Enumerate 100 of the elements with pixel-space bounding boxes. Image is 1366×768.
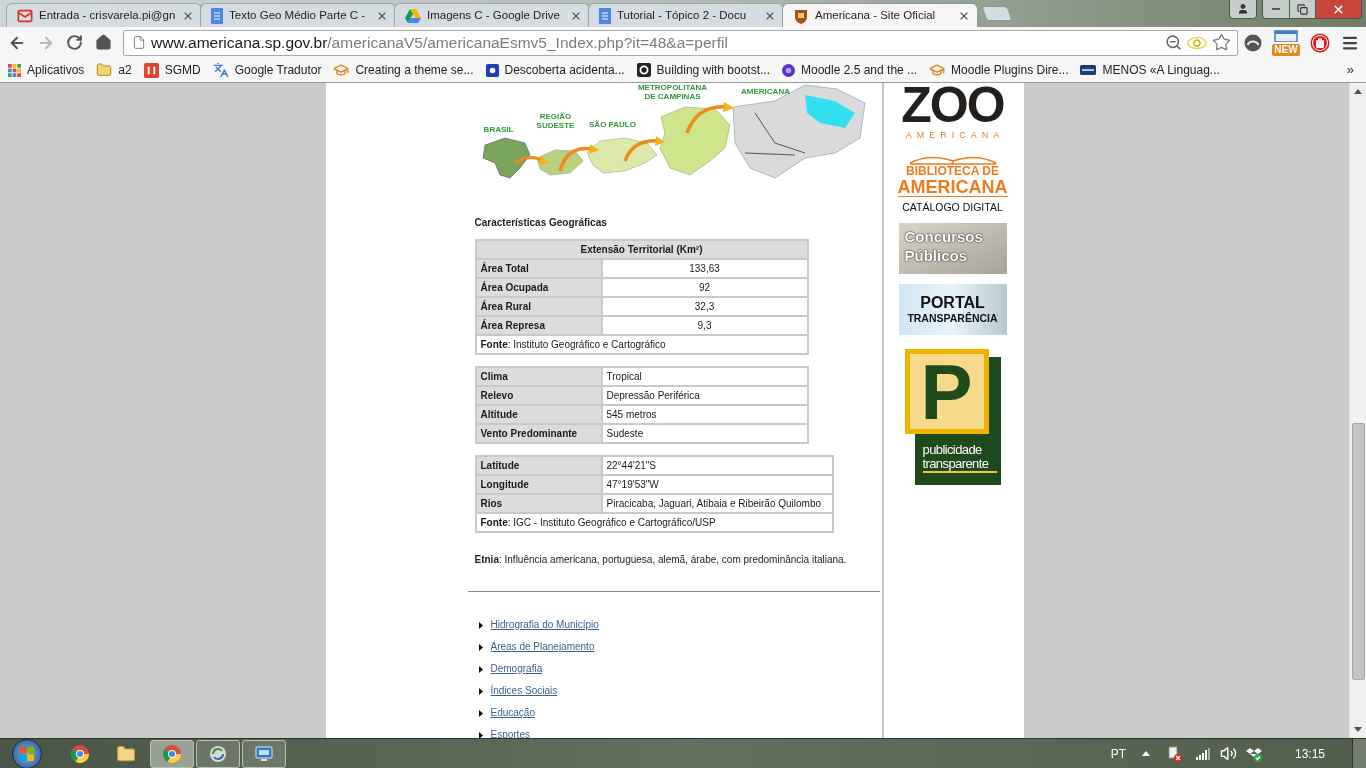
caret-up-icon[interactable] [1141, 751, 1150, 756]
ethnicity-note: Etnia: Influência americana, portuguesa, alemã, árabe, com predominância italiana. [474, 554, 848, 566]
value-cell: 22°44'21"S [602, 457, 832, 474]
stop-hand-icon[interactable] [1310, 32, 1330, 53]
bullet-icon [478, 731, 483, 739]
start-button[interactable] [12, 738, 42, 768]
chrome-logo-icon [163, 744, 181, 763]
close-button[interactable] [1316, 0, 1362, 19]
bookmark-item[interactable]: Aplicativos [8, 61, 85, 79]
close-icon [1332, 2, 1345, 16]
transparency-portal-banner[interactable]: PORTAL TRANSPARÊNCIA [898, 284, 1007, 335]
bookmark-item[interactable]: MENOS «A Linguag... [1080, 61, 1220, 79]
row-label-cell: Altitude [476, 406, 601, 423]
section-link[interactable]: Índices Sociais [490, 685, 558, 697]
window-icon [1274, 29, 1298, 42]
section-link[interactable]: Demografia [490, 663, 543, 675]
bookmark-item[interactable]: Building with bootst... [636, 61, 770, 79]
bookmark-item[interactable]: Moodle 2.5 and the ... [782, 61, 918, 79]
row-label-cell: Clima [476, 368, 601, 385]
section-link[interactable]: Hidrografia do Município [490, 619, 599, 631]
tile-icon [485, 63, 499, 77]
graduation-cap-icon [333, 62, 350, 78]
language-indicator[interactable]: PT [1110, 744, 1126, 763]
caret-up-icon[interactable] [1354, 89, 1362, 94]
caret-down-icon[interactable] [1354, 727, 1362, 732]
clock[interactable]: 13:15 [1294, 744, 1325, 763]
value-cell: 9,3 [602, 317, 807, 334]
document-icon [599, 7, 611, 24]
row-label-cell: Área Rural [476, 298, 601, 315]
restore-button[interactable] [1290, 0, 1316, 19]
section-link[interactable]: Áreas de Planejamento [490, 641, 595, 653]
catalog-label[interactable]: CATÁLOGO DIGITAL [902, 202, 1003, 213]
taskbar-app-button[interactable] [196, 739, 240, 768]
signal-bars-icon[interactable] [1195, 747, 1210, 760]
bullet-icon [478, 643, 483, 651]
translate-icon [212, 62, 229, 78]
row-label-cell: Latitude [476, 457, 601, 474]
publicity-banner[interactable]: P publicidade transparente [904, 349, 1001, 485]
browser-tab[interactable]: Americana - Site Oficial [782, 3, 978, 27]
row-label-cell: Vento Predominante [476, 425, 601, 442]
browser-tab[interactable]: Imagens C - Google Drive [394, 3, 590, 27]
zoo-logo-subtitle: AMERICANA [904, 131, 1005, 140]
row-label-cell: Longitude [476, 476, 601, 493]
bullet-icon [478, 687, 483, 695]
browser-tab[interactable]: Tutorial - Tópico 2 - Docu [588, 3, 784, 27]
portal-subtitle: TRANSPARÊNCIA [907, 312, 998, 325]
minimize-button[interactable] [1262, 0, 1290, 19]
user-icon [1237, 3, 1249, 15]
browser-tab[interactable]: Texto Geo Médio Parte C - [200, 3, 396, 27]
portal-title: PORTAL [920, 294, 985, 312]
source-note: Fonte: IGC - Instituto Geográfico e Cartográfico/USP [476, 514, 832, 531]
taskbar-app-button[interactable] [150, 739, 194, 768]
zoo-logo-title[interactable]: ZOO [901, 83, 1004, 127]
section-link[interactable]: Educação [490, 707, 535, 719]
bookmark-item[interactable]: Creating a theme se... [333, 61, 474, 79]
show-desktop-button[interactable] [1352, 739, 1366, 768]
section-title: Características Geográficas [474, 217, 608, 229]
bookmark-item[interactable]: SGMD [143, 61, 201, 79]
section-link[interactable]: Esportes [490, 729, 530, 741]
zoom-out-icon[interactable] [1165, 34, 1182, 51]
bookmark-item[interactable]: Google Tradutor [212, 61, 322, 79]
value-cell: 133,63 [602, 260, 807, 277]
table-header-cell: Extensão Territorial (Km²) [476, 241, 807, 258]
map-label: BRASIL [482, 125, 515, 134]
tile-icon [143, 62, 159, 78]
bookmark-item[interactable]: a2 [96, 61, 132, 79]
bookmark-item[interactable]: Descoberta acidenta... [485, 61, 625, 79]
sync-arrows-icon [209, 744, 227, 763]
bullet-icon [478, 665, 483, 673]
value-cell: 545 metros [602, 406, 807, 423]
taskbar-app-button[interactable] [242, 739, 286, 768]
browser-tab[interactable]: Entrada - crisvarela.pi@gn [6, 3, 202, 27]
row-label-cell: Área Total [476, 260, 601, 277]
shield-icon [793, 7, 809, 24]
speaker-icon[interactable] [1219, 745, 1237, 762]
chrome-logo-icon [71, 744, 89, 763]
value-cell: 92 [602, 279, 807, 296]
letter-tile: P [904, 349, 989, 434]
document-icon [211, 7, 223, 24]
box-check-icon[interactable] [1245, 745, 1262, 762]
bookmark-item[interactable]: Moodle Plugins Dire... [929, 61, 1069, 79]
value-cell: Sudeste [602, 425, 807, 442]
address-bar[interactable]: www.americana.sp.gov.br/americanaV5/americanaEsmv5_Index.php?it=48&a=perfil [123, 29, 1238, 56]
bookmarks-overflow-button[interactable]: » [1346, 60, 1354, 80]
map-label: SÃO PAULO [588, 120, 637, 129]
row-label-cell: Área Ocupada [476, 279, 601, 296]
flag-icon[interactable] [1167, 745, 1182, 762]
map-label: REGIÃO SUDESTE [535, 112, 576, 130]
bullet-icon [478, 709, 483, 717]
scrollbar-thumb[interactable] [1351, 423, 1365, 680]
star-icon[interactable] [1212, 33, 1231, 52]
windows-logo-icon [20, 746, 34, 761]
gauge-icon[interactable] [1244, 33, 1262, 52]
publicity-caption: publicidade transparente [922, 443, 997, 473]
map-label: METROPOLITANA DE CAMPINAS [636, 83, 709, 101]
bullet-icon [478, 621, 483, 629]
value-cell: 47°19'53"W [602, 476, 832, 493]
source-note: Fonte: Instituto Geográfico e Cartográfico [476, 336, 807, 353]
graduation-cap-icon [929, 62, 946, 78]
profile-button[interactable] [1229, 0, 1257, 19]
